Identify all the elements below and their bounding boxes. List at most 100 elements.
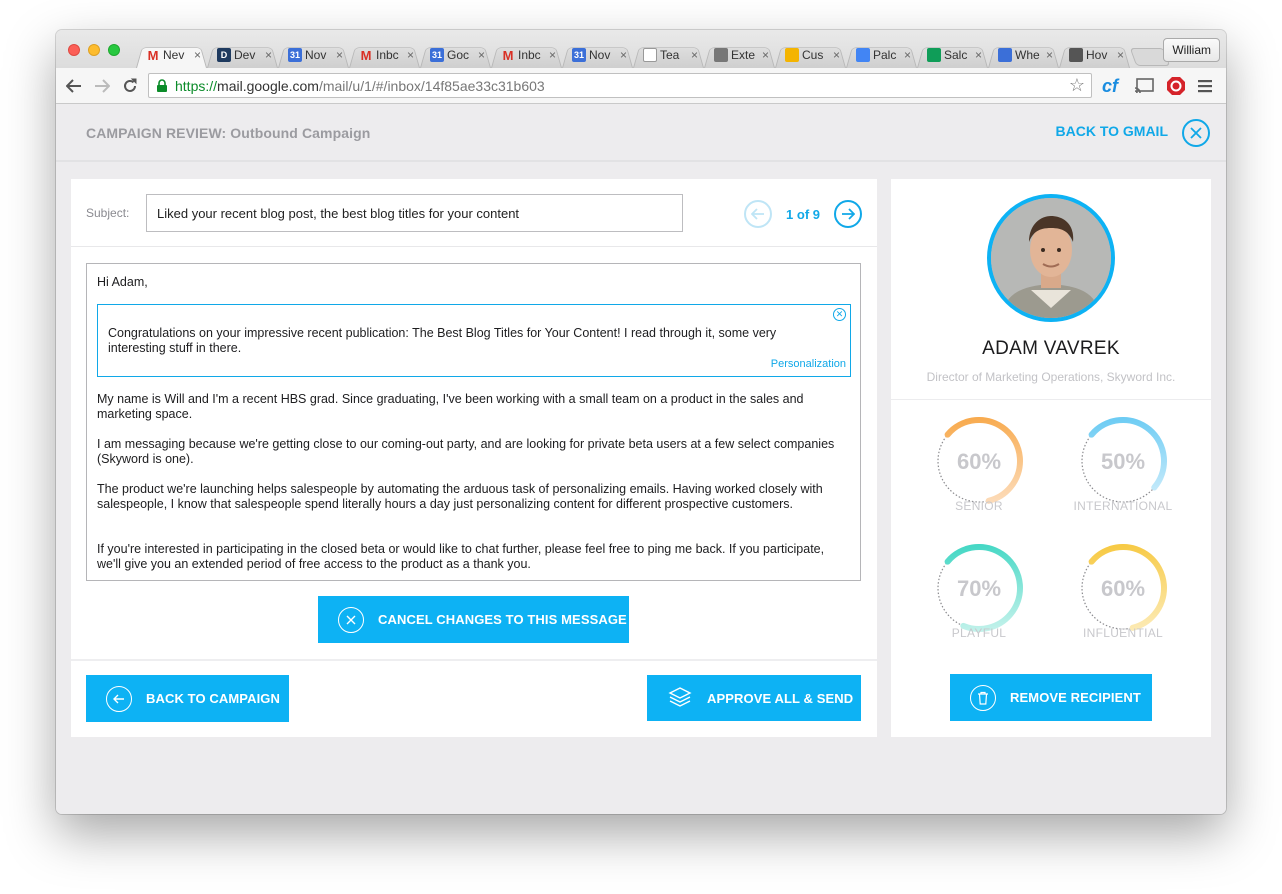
browser-tab-label: Salc	[944, 48, 968, 62]
browser-tab[interactable]: Whe ×	[988, 42, 1059, 68]
gmail-icon: M	[502, 47, 514, 63]
tab-close-icon[interactable]: ×	[833, 48, 840, 62]
gauge-ring: 60%	[1079, 544, 1167, 632]
browser-tab-label: Inbc	[376, 48, 399, 62]
tab-close-icon[interactable]: ×	[407, 48, 414, 62]
browser-tab[interactable]: Tea ×	[633, 42, 704, 68]
profile-button[interactable]: William	[1163, 38, 1220, 62]
browser-tab[interactable]: Hov ×	[1059, 42, 1130, 68]
cast-icon[interactable]	[1134, 76, 1154, 96]
body-paragraph: My name is Will and I'm a recent HBS gra…	[97, 392, 804, 421]
address-bar[interactable]: https://mail.google.com/mail/u/1/#/inbox…	[148, 73, 1092, 98]
recipient-card: ADAM VAVREK Director of Marketing Operat…	[891, 179, 1211, 737]
tab-close-icon[interactable]: ×	[336, 48, 343, 62]
gauge-label: PLAYFUL	[951, 626, 1007, 640]
browser-window: M Nev × D Dev × 31 Nov × M Inbc × 31 Goc × M Inbc × 31 Nov ×…	[56, 30, 1226, 814]
tab-close-icon[interactable]: ×	[194, 48, 201, 62]
trait-gauge: 60% INFLUENTIAL	[1068, 544, 1178, 640]
close-icon[interactable]	[1182, 119, 1210, 147]
minimize-window-button[interactable]	[88, 44, 100, 56]
message-body[interactable]: Hi Adam, ✕ Congratulations on your impre…	[86, 263, 861, 581]
browser-tab-label: Inbc	[518, 48, 541, 62]
d-icon: D	[217, 48, 231, 62]
tab-close-icon[interactable]: ×	[975, 48, 982, 62]
personalization-text: Congratulations on your impressive recen…	[108, 326, 777, 355]
cancel-x-icon	[338, 606, 364, 633]
gauge-value: 60%	[957, 449, 1001, 474]
trait-gauge: 50% INTERNATIONAL	[1068, 417, 1178, 513]
browser-tab[interactable]: 31 Goc ×	[420, 42, 491, 68]
browser-tab[interactable]: M Nev ×	[136, 42, 207, 68]
gauge-label: SENIOR	[955, 499, 1003, 513]
tab-close-icon[interactable]: ×	[265, 48, 272, 62]
browser-toolbar: https://mail.google.com/mail/u/1/#/inbox…	[56, 68, 1226, 104]
reload-icon[interactable]	[118, 74, 142, 98]
gmail-icon: M	[360, 47, 372, 63]
tab-close-icon[interactable]: ×	[549, 48, 556, 62]
previous-message-button[interactable]	[744, 200, 773, 228]
browser-tab[interactable]: Salc ×	[917, 42, 988, 68]
tab-close-icon[interactable]: ×	[1117, 48, 1124, 62]
tab-close-icon[interactable]: ×	[762, 48, 769, 62]
browser-tab[interactable]: M Inbc ×	[491, 42, 562, 68]
personalization-block[interactable]: ✕ Congratulations on your impressive rec…	[97, 304, 851, 377]
message-editor-card: Subject: Liked your recent blog post, th…	[71, 179, 877, 737]
next-message-button[interactable]	[834, 200, 862, 228]
cancel-changes-button[interactable]: CANCEL CHANGES TO THIS MESSAGE	[318, 596, 629, 643]
browser-tab-label: Goc	[447, 48, 470, 62]
back-arrow-icon[interactable]	[62, 74, 86, 98]
pager-count: 1 of 9	[786, 206, 820, 222]
remove-recipient-label: REMOVE RECIPIENT	[1010, 690, 1141, 705]
zoom-window-button[interactable]	[108, 44, 120, 56]
browser-tab-label: Exte	[731, 48, 756, 62]
browser-tab[interactable]: 31 Nov ×	[278, 42, 349, 68]
tab-close-icon[interactable]: ×	[620, 48, 627, 62]
close-window-button[interactable]	[68, 44, 80, 56]
subject-input[interactable]: Liked your recent blog post, the best bl…	[146, 194, 683, 232]
sheets-icon	[927, 48, 941, 62]
gauge-value: 50%	[1101, 449, 1145, 474]
tab-close-icon[interactable]: ×	[1046, 48, 1053, 62]
browser-tab-label: Dev	[234, 48, 256, 62]
back-to-campaign-button[interactable]: BACK TO CAMPAIGN	[86, 675, 289, 722]
approve-all-send-button[interactable]: APPROVE ALL & SEND	[647, 675, 861, 721]
bookmark-star-icon[interactable]: ☆	[1069, 75, 1085, 96]
drive-icon	[785, 48, 799, 62]
back-to-gmail-link[interactable]: BACK TO GMAIL	[1055, 123, 1168, 139]
calendar-icon: 31	[288, 48, 302, 62]
docs-icon	[856, 48, 870, 62]
menu-icon[interactable]	[1198, 76, 1214, 96]
browser-tab-label: Cus	[802, 48, 824, 62]
tab-close-icon[interactable]: ×	[691, 48, 698, 62]
tab-close-icon[interactable]: ×	[478, 48, 485, 62]
browser-tab[interactable]: Cus ×	[775, 42, 846, 68]
forward-arrow-icon[interactable]	[90, 74, 114, 98]
gauge-label: INFLUENTIAL	[1083, 626, 1163, 640]
subject-row: Subject: Liked your recent blog post, th…	[71, 179, 877, 247]
browser-tab[interactable]: Palc ×	[846, 42, 917, 68]
subject-label: Subject:	[86, 206, 130, 220]
cf-extension-icon[interactable]: cf	[1102, 76, 1118, 96]
body-paragraph: If you're interested in participating in…	[97, 542, 825, 571]
remove-recipient-button[interactable]: REMOVE RECIPIENT	[950, 674, 1152, 721]
cancel-changes-label: CANCEL CHANGES TO THIS MESSAGE	[378, 612, 627, 627]
avatar	[987, 194, 1115, 322]
browser-tab[interactable]: Exte ×	[704, 42, 775, 68]
adblock-icon[interactable]	[1166, 76, 1186, 96]
browser-tab[interactable]: D Dev ×	[207, 42, 278, 68]
tab-strip: M Nev × D Dev × 31 Nov × M Inbc × 31 Goc × M Inbc × 31 Nov ×…	[56, 30, 1226, 68]
body-paragraph: The product we're launching helps salesp…	[97, 482, 823, 511]
recipient-name: ADAM VAVREK	[982, 338, 1120, 359]
browser-tabs: M Nev × D Dev × 31 Nov × M Inbc × 31 Goc × M Inbc × 31 Nov ×…	[136, 42, 1130, 68]
page-header: CAMPAIGN REVIEW: Outbound Campaign BACK …	[56, 105, 1226, 162]
gauge-ring: 60%	[935, 417, 1023, 505]
browser-tab[interactable]: M Inbc ×	[349, 42, 420, 68]
browser-tab[interactable]: 31 Nov ×	[562, 42, 633, 68]
tab-close-icon[interactable]: ×	[904, 48, 911, 62]
browser-tab-label: Nov	[589, 48, 611, 62]
calendar-icon: 31	[430, 48, 444, 62]
layers-icon	[667, 685, 693, 711]
remove-personalization-icon[interactable]: ✕	[833, 308, 846, 321]
recipient-title: Director of Marketing Operations, Skywor…	[926, 370, 1176, 384]
back-arrow-circle-icon	[106, 685, 132, 712]
